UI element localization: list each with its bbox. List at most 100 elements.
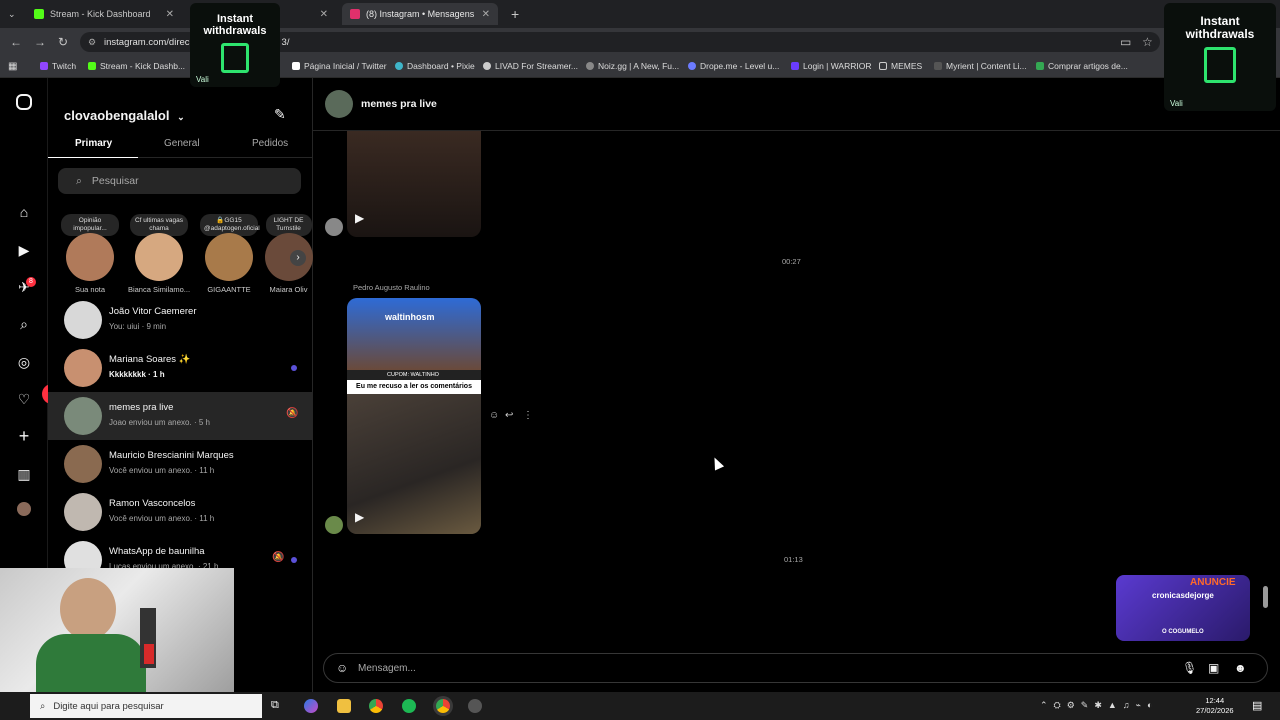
windows-taskbar: ⌕ Digite aqui para pesquisar ⧉ ⌃⛭⚙✎✱▲♫⌁◐… bbox=[0, 692, 1280, 720]
site-info-icon[interactable]: ⚙ bbox=[88, 37, 96, 48]
sticker-icon[interactable]: ☻ bbox=[1234, 661, 1247, 675]
notifications-icon[interactable]: ▤ bbox=[1252, 699, 1262, 712]
tab-requests[interactable]: Pedidos bbox=[252, 138, 288, 149]
new-tab-button[interactable]: + bbox=[503, 3, 521, 25]
active-tab-indicator bbox=[48, 157, 138, 158]
tab-primary[interactable]: Primary bbox=[75, 138, 112, 149]
conversation-name: Mariana Soares ✨ bbox=[109, 354, 191, 365]
message-input[interactable]: ☺ Mensagem... 🎙 ▣ ☻ bbox=[323, 653, 1268, 683]
chevron-right-icon[interactable]: › bbox=[290, 250, 306, 266]
tab-divider bbox=[138, 157, 313, 158]
reel-video-frame bbox=[347, 394, 481, 534]
reel-attachment[interactable]: waltinhosm CUPOM: WALTINHO Eu me recuso … bbox=[347, 298, 481, 534]
microphone-light bbox=[144, 644, 154, 664]
scrollbar-thumb[interactable] bbox=[1263, 586, 1268, 608]
note-own[interactable]: Opinião impopular... Sua nota bbox=[57, 214, 123, 294]
tab-search-button[interactable]: ⌄ bbox=[4, 3, 22, 25]
list-item[interactable]: Ramon Vasconcelos Você enviou um anexo. … bbox=[48, 488, 313, 536]
create-icon[interactable]: + bbox=[14, 426, 34, 446]
reels-icon[interactable]: ▶ bbox=[14, 240, 34, 260]
chrome-icon[interactable] bbox=[369, 699, 383, 713]
more-options-icon[interactable]: ⋮ bbox=[523, 410, 533, 421]
obs-icon[interactable] bbox=[468, 699, 482, 713]
overlay-username: cronicasdejorge bbox=[1152, 591, 1214, 600]
bookmark-noiz[interactable]: Noiz.gg | A New, Fu... bbox=[586, 61, 679, 71]
reels-icon: ▶ bbox=[355, 211, 365, 225]
home-icon[interactable]: ⌂ bbox=[14, 202, 34, 222]
bookmark-twitter[interactable]: Página Inicial / Twitter bbox=[292, 61, 387, 71]
messages-badge: 8 bbox=[26, 277, 36, 287]
cast-icon[interactable]: ▭ bbox=[1120, 35, 1131, 49]
chat-title[interactable]: memes pra live bbox=[361, 98, 437, 110]
close-icon[interactable]: ✕ bbox=[320, 9, 328, 20]
avatar bbox=[64, 301, 102, 339]
emoji-icon[interactable]: ☺ bbox=[336, 661, 348, 675]
new-message-icon[interactable]: ✎ bbox=[274, 106, 286, 123]
overlay-label: O COGUMELO bbox=[1162, 629, 1204, 635]
bookmark-livad[interactable]: LIVAD For Streamer... bbox=[483, 61, 578, 71]
muted-bell-icon: 🔕 bbox=[286, 408, 299, 419]
search-icon[interactable]: ⌕ bbox=[14, 314, 34, 334]
ad-valid-label: Vali bbox=[196, 75, 209, 84]
task-view-icon[interactable]: ⧉ bbox=[271, 699, 285, 713]
search-input[interactable]: ⌕ Pesquisar bbox=[58, 168, 301, 194]
webcam-overlay bbox=[0, 568, 234, 704]
bookmark-warrior[interactable]: Login | WARRIOR bbox=[791, 61, 872, 71]
note-name: Maiara Oliv bbox=[269, 285, 308, 294]
back-icon[interactable]: ← bbox=[10, 35, 22, 49]
conversation-name: Ramon Vasconcelos bbox=[109, 498, 196, 509]
taskbar-search[interactable]: ⌕ Digite aqui para pesquisar bbox=[30, 694, 262, 718]
react-emoji-icon[interactable]: ☺ bbox=[489, 410, 499, 421]
microphone-icon[interactable]: 🎙 bbox=[1182, 661, 1197, 675]
list-item[interactable]: Mariana Soares ✨ Kkkkkkkk · 1 h bbox=[48, 344, 313, 392]
tab-kick-dashboard[interactable]: Stream - Kick Dashboard ✕ bbox=[26, 3, 182, 25]
note-item[interactable]: 🔒GG15 @adaptogen.oficial GIGAANTTE bbox=[196, 214, 262, 294]
username: clovaobengalalol bbox=[64, 108, 170, 123]
close-icon[interactable]: ✕ bbox=[166, 9, 174, 20]
bookmark-pixie[interactable]: Dashboard • Pixie bbox=[395, 61, 475, 71]
close-icon[interactable]: ✕ bbox=[482, 9, 490, 20]
system-tray-icons[interactable]: ⌃⛭⚙✎✱▲♫⌁◐ bbox=[1040, 700, 1158, 711]
unread-dot bbox=[291, 365, 297, 371]
clock-time: 12:44 bbox=[1205, 696, 1225, 705]
explore-icon[interactable]: ◎ bbox=[14, 352, 34, 372]
heart-icon[interactable]: ♡ bbox=[14, 389, 34, 409]
reload-icon[interactable]: ↻ bbox=[58, 35, 68, 49]
list-item[interactable]: memes pra live Joao enviou um anexo. · 5… bbox=[48, 392, 313, 440]
bookmark-kick[interactable]: Stream - Kick Dashb... bbox=[88, 61, 185, 71]
copilot-icon[interactable] bbox=[304, 699, 318, 713]
note-bubble: Cf ultimas vagas chama bbox=[130, 214, 188, 236]
tab-hidden[interactable]: ✕ bbox=[280, 3, 336, 25]
conversation-name: João Vitor Caemerer bbox=[109, 306, 197, 317]
file-explorer-icon[interactable] bbox=[337, 699, 351, 713]
bookmark-drope[interactable]: Drope.me - Level u... bbox=[688, 61, 779, 71]
list-item[interactable]: Mauricio Brescianini Marques Você enviou… bbox=[48, 440, 313, 488]
reel-attachment[interactable]: ▶ bbox=[347, 131, 481, 237]
tab-general[interactable]: General bbox=[164, 138, 200, 149]
note-item[interactable]: Cf ultimas vagas chama Bianca Similamo..… bbox=[126, 214, 192, 294]
bookmark-twitch[interactable]: Twitch bbox=[40, 61, 76, 71]
instagram-logo-icon[interactable] bbox=[16, 94, 32, 110]
spotify-icon[interactable] bbox=[402, 699, 416, 713]
image-icon[interactable]: ▣ bbox=[1208, 661, 1219, 675]
taskbar-clock[interactable]: 12:44 27/02/2026 bbox=[1196, 696, 1234, 716]
note-bubble: Opinião impopular... bbox=[61, 214, 119, 236]
bookmark-memes-folder[interactable]: MEMES bbox=[879, 61, 922, 71]
sender-avatar bbox=[325, 516, 343, 534]
apps-icon[interactable]: ▦ bbox=[8, 61, 17, 72]
bookmark-shopping[interactable]: Comprar artigos de... bbox=[1036, 61, 1128, 71]
conversation-name: WhatsApp de baunilha bbox=[109, 546, 205, 557]
bookmark-star-icon[interactable]: ☆ bbox=[1142, 35, 1153, 49]
bookmark-myrient[interactable]: Myrient | Content Li... bbox=[934, 61, 1027, 71]
reply-icon[interactable]: ↩ bbox=[505, 410, 513, 421]
note-item[interactable]: LIGHT DE Turnstile Maiara Oliv bbox=[264, 214, 313, 294]
profile-avatar[interactable] bbox=[17, 502, 31, 516]
tab-instagram[interactable]: (8) Instagram • Mensagens ✕ bbox=[342, 3, 498, 25]
dashboard-icon[interactable]: ▥ bbox=[14, 464, 34, 484]
chrome-active-icon[interactable] bbox=[436, 699, 450, 713]
taskbar-search-placeholder: Digite aqui para pesquisar bbox=[53, 700, 164, 712]
forward-icon[interactable]: → bbox=[34, 35, 46, 49]
list-item[interactable]: João Vitor Caemerer You: uiui · 9 min bbox=[48, 296, 313, 344]
group-avatar[interactable] bbox=[325, 90, 353, 118]
account-switcher[interactable]: clovaobengalalol ⌄ bbox=[64, 108, 185, 123]
